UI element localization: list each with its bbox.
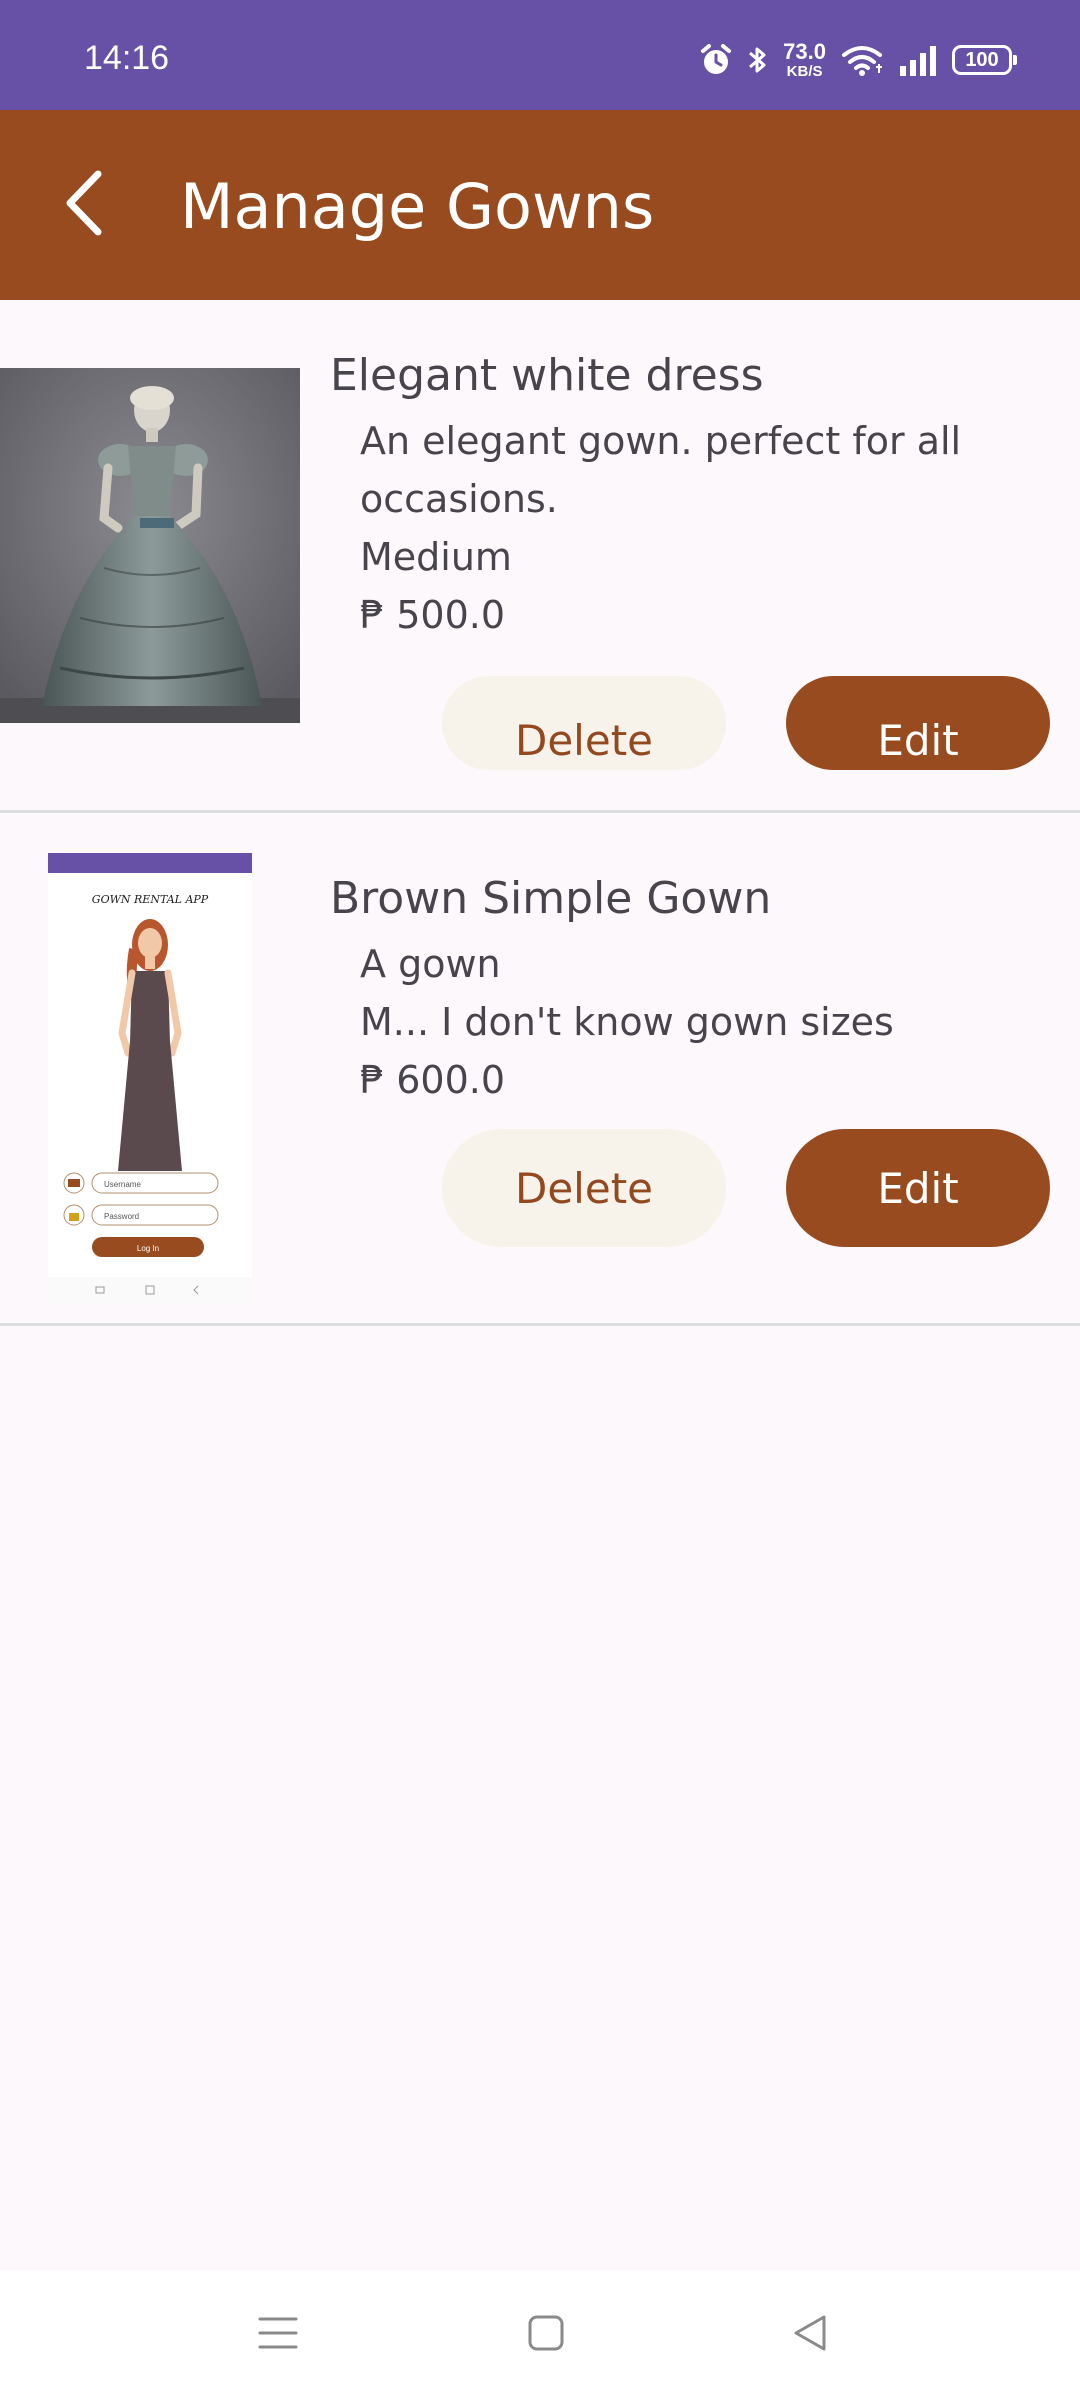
net-speed-unit: KB/S	[786, 63, 823, 80]
nav-bar	[0, 2270, 1080, 2400]
gown-description: A gown	[360, 942, 501, 986]
gown-image	[0, 368, 300, 723]
recent-apps-button[interactable]	[218, 2270, 338, 2400]
battery-icon: 100	[952, 45, 1017, 75]
thumb-login-button: Log In	[137, 1244, 159, 1253]
gown-size: Medium	[360, 535, 512, 579]
delete-button-label: Delete	[515, 715, 653, 765]
chevron-left-icon	[60, 168, 110, 242]
edit-button[interactable]: Edit	[786, 676, 1050, 770]
home-button[interactable]	[486, 2270, 606, 2400]
signal-icon	[898, 44, 938, 76]
wifi-icon	[840, 43, 884, 77]
status-time: 14:16	[84, 39, 170, 77]
back-triangle-icon	[790, 2313, 830, 2357]
bluetooth-icon	[747, 43, 769, 77]
status-bar: 14:16 73.0 KB/S 100	[0, 0, 1080, 110]
page-title: Manage Gowns	[180, 170, 655, 243]
home-square-icon	[527, 2314, 565, 2356]
delete-button[interactable]: Delete	[442, 676, 726, 770]
gown-list-item: GOWN RENTAL APP Username Password Log In…	[0, 813, 1080, 1326]
toolbar: Manage Gowns	[0, 110, 1080, 300]
gown-name: Elegant white dress	[330, 350, 764, 401]
gown-info: Elegant white dress An elegant gown. per…	[330, 346, 1060, 644]
thumb-username-field: Username	[104, 1180, 141, 1189]
gown-price: ₱ 500.0	[360, 593, 506, 637]
thumb-app-title: GOWN RENTAL APP	[92, 893, 209, 906]
edit-button-label: Edit	[877, 1163, 959, 1213]
system-back-button[interactable]	[750, 2270, 870, 2400]
alarm-icon	[699, 43, 733, 77]
thumb-password-field: Password	[104, 1212, 139, 1221]
edit-button-label: Edit	[877, 715, 959, 765]
back-button[interactable]	[40, 160, 130, 250]
net-speed: 73.0 KB/S	[783, 39, 826, 80]
menu-icon	[258, 2315, 298, 2355]
delete-button[interactable]: Delete	[442, 1129, 726, 1247]
delete-button-label: Delete	[515, 1163, 653, 1213]
status-icons: 73.0 KB/S 100	[699, 38, 1017, 82]
gown-list: Elegant white dress An elegant gown. per…	[0, 300, 1080, 1326]
gown-price: ₱ 600.0	[360, 1058, 506, 1102]
edit-button[interactable]: Edit	[786, 1129, 1050, 1247]
gown-image: GOWN RENTAL APP Username Password Log In	[48, 853, 252, 1303]
gown-size: M... I don't know gown sizes	[360, 1000, 894, 1044]
gown-list-item: Elegant white dress An elegant gown. per…	[0, 300, 1080, 813]
gown-name: Brown Simple Gown	[330, 873, 772, 924]
gown-info: Brown Simple Gown A gown M... I don't kn…	[330, 869, 1060, 1109]
gown-description: An elegant gown. perfect for all occasio…	[360, 419, 962, 521]
net-speed-value: 73.0	[783, 39, 826, 64]
battery-level: 100	[965, 48, 999, 71]
